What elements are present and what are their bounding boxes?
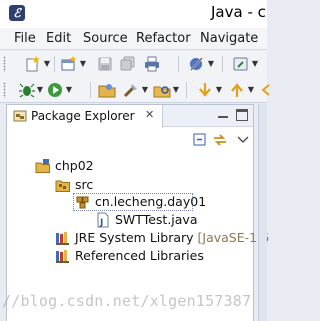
menu-edit[interactable]: Edit xyxy=(46,31,71,46)
view-actions xyxy=(7,128,253,152)
skip-breakpoints-icon[interactable] xyxy=(188,55,206,73)
menu-bar: File Edit Source Refactor Navigate xyxy=(0,28,267,50)
toolbar-separator xyxy=(90,82,91,98)
chevron-down-icon[interactable]: ▼ xyxy=(79,55,87,73)
new-wizard-icon[interactable] xyxy=(24,55,42,73)
jre-library-label: JRE System Library xyxy=(75,230,194,245)
view-tab-bar: Package Explorer ✕ xyxy=(7,105,253,128)
java-file-label: SWTTest.java xyxy=(115,212,198,227)
run-icon[interactable] xyxy=(46,81,64,99)
save-icon[interactable] xyxy=(96,55,114,73)
java-file-icon: J xyxy=(95,212,111,228)
toolbar-separator xyxy=(222,56,223,72)
debug-icon[interactable] xyxy=(18,81,36,99)
chevron-down-icon[interactable]: ▼ xyxy=(43,55,51,73)
project-label: chp02 xyxy=(55,158,94,173)
window-title: Java - c xyxy=(211,3,266,21)
chevron-down-icon[interactable]: ▼ xyxy=(207,55,215,73)
referenced-libraries-label: Referenced Libraries xyxy=(75,248,204,263)
search-icon[interactable] xyxy=(153,81,171,99)
watermark-text: //blog.csdn.net/xlgen157387 xyxy=(2,292,252,310)
close-icon[interactable]: ✕ xyxy=(145,108,154,121)
title-bar: ℰ Java - c xyxy=(0,0,267,28)
new-java-project-icon[interactable] xyxy=(60,55,78,73)
toolbar-grip[interactable] xyxy=(3,56,6,72)
source-folder-icon xyxy=(55,177,71,193)
chevron-down-icon[interactable]: ▼ xyxy=(141,81,149,99)
editor-area-edge xyxy=(258,104,267,321)
chevron-down-icon[interactable]: ▼ xyxy=(247,81,255,99)
chevron-down-icon[interactable]: ▼ xyxy=(65,81,73,99)
minimize-icon[interactable] xyxy=(217,109,229,121)
toolbar-grip[interactable] xyxy=(3,82,6,98)
toolbar-separator xyxy=(54,56,55,72)
library-icon xyxy=(55,248,71,264)
toolbar-separator xyxy=(186,82,187,98)
view-menu-icon[interactable] xyxy=(235,132,251,148)
main-toolbar: ▼ ▼ ▼ ▼ xyxy=(0,51,267,77)
link-with-editor-icon[interactable] xyxy=(212,132,228,148)
collapse-all-icon[interactable] xyxy=(192,132,208,148)
chevron-down-icon[interactable]: ▼ xyxy=(215,81,223,99)
toolbar-separator xyxy=(178,56,179,72)
library-icon xyxy=(55,230,71,246)
chevron-down-icon[interactable]: ▼ xyxy=(36,81,44,99)
next-annotation-icon[interactable] xyxy=(196,81,214,99)
menu-source[interactable]: Source xyxy=(83,31,128,46)
tab-package-explorer[interactable]: Package Explorer ✕ xyxy=(7,105,163,128)
chevron-down-icon[interactable]: ▼ xyxy=(172,81,180,99)
package-explorer-view: Package Explorer ✕ chp02 src cn.lecheng.… xyxy=(6,104,269,321)
package-icon xyxy=(75,194,91,210)
menu-refactor[interactable]: Refactor xyxy=(136,31,191,46)
src-label: src xyxy=(75,177,94,192)
eclipse-icon[interactable]: ℰ xyxy=(9,5,25,21)
menu-file[interactable]: File xyxy=(14,31,36,46)
save-all-icon[interactable] xyxy=(119,55,137,73)
tab-label: Package Explorer xyxy=(31,109,135,123)
external-tools-icon[interactable] xyxy=(232,55,250,73)
maximize-icon[interactable] xyxy=(236,109,248,121)
java-project-icon xyxy=(35,158,51,174)
secondary-toolbar: ▼ ▼ ▼ ▼ ▼ ▼ xyxy=(0,77,270,103)
previous-annotation-icon[interactable] xyxy=(228,81,246,99)
print-icon[interactable] xyxy=(143,55,161,73)
package-explorer-icon xyxy=(13,109,27,123)
back-icon[interactable] xyxy=(257,81,275,99)
svg-text:J: J xyxy=(99,218,103,228)
chevron-down-icon[interactable]: ▼ xyxy=(251,55,259,73)
package-label: cn.lecheng.day01 xyxy=(95,194,207,209)
open-task-icon[interactable] xyxy=(122,81,140,99)
open-type-icon[interactable] xyxy=(98,81,116,99)
menu-navigate[interactable]: Navigate xyxy=(200,31,258,46)
